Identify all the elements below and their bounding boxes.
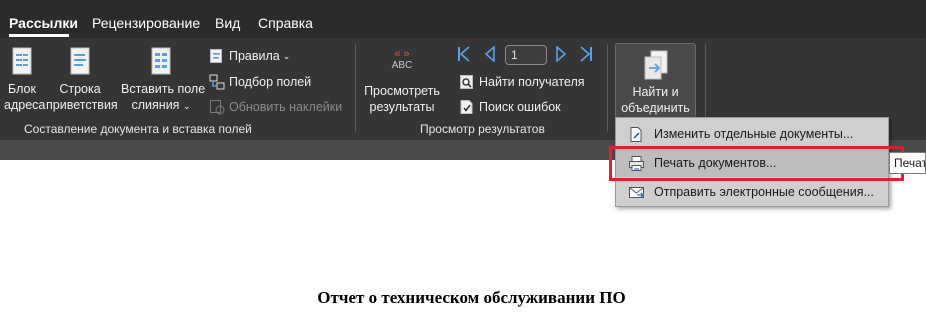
insert-merge-field-button[interactable]: Вставить поле слияния ⌄ <box>121 46 206 114</box>
finish-merge-label-1: Найти и <box>632 85 679 99</box>
rules-button[interactable]: Правила ⌄ <box>209 46 290 66</box>
match-fields-label: Подбор полей <box>229 75 312 89</box>
match-fields-icon <box>209 74 225 90</box>
find-recipient-button[interactable]: Найти получателя <box>459 72 585 92</box>
preview-results-label-2: результаты <box>369 100 435 114</box>
insert-merge-field-label-2: слияния ⌄ <box>131 98 191 112</box>
menu-item-send-email[interactable]: Отправить электронные сообщения... <box>616 178 888 206</box>
menu-item-label: Отправить электронные сообщения... <box>654 185 874 199</box>
word-window: Рассылки Рецензирование Вид Справка Блок… <box>0 0 926 313</box>
document-title: Отчет о техническом обслуживании ПО <box>317 288 626 307</box>
address-block-icon <box>12 47 32 75</box>
finish-merge-dropdown: Изменить отдельные документы... Печать д… <box>615 117 889 207</box>
check-errors-icon <box>460 100 473 114</box>
group-separator <box>355 44 356 132</box>
menu-item-edit-documents[interactable]: Изменить отдельные документы... <box>616 120 888 148</box>
next-record-icon[interactable] <box>554 46 568 62</box>
update-labels-button[interactable]: Обновить наклейки <box>209 97 342 117</box>
tab-help[interactable]: Справка <box>258 15 313 31</box>
tab-view[interactable]: Вид <box>215 15 240 31</box>
menu-item-print-documents[interactable]: Печать документов... <box>616 149 888 177</box>
insert-merge-field-icon <box>151 47 171 75</box>
chevron-down-icon: ⌄ <box>182 101 191 111</box>
check-errors-label: Поиск ошибок <box>479 100 561 114</box>
greeting-line-label-2: приветствия <box>46 98 118 112</box>
first-record-icon[interactable] <box>457 46 471 62</box>
find-recipient-icon <box>460 75 473 89</box>
group-label-compose: Составление документа и вставка полей <box>24 122 252 136</box>
previous-record-icon[interactable] <box>483 46 497 62</box>
active-tab-indicator <box>9 34 69 37</box>
finish-merge-icon <box>644 50 667 80</box>
preview-results-label-1: Просмотреть <box>364 84 440 98</box>
update-labels-label: Обновить наклейки <box>229 100 343 114</box>
insert-merge-field-label-1: Вставить поле <box>121 82 206 96</box>
last-record-icon[interactable] <box>579 46 593 62</box>
greeting-line-label-1: Строка <box>59 82 101 96</box>
check-errors-button[interactable]: Поиск ошибок <box>459 97 561 117</box>
greeting-line-icon <box>70 47 90 75</box>
send-email-icon <box>629 186 644 198</box>
tooltip: Печати <box>889 152 926 174</box>
edit-documents-icon <box>630 126 642 142</box>
ribbon-tab-bar: Рассылки Рецензирование Вид Справка <box>0 0 926 38</box>
print-documents-icon <box>629 155 644 171</box>
address-block-label-2: адреса <box>4 98 46 112</box>
match-fields-button[interactable]: Подбор полей <box>209 72 311 92</box>
record-number-input[interactable]: 1 <box>505 45 547 65</box>
tab-review[interactable]: Рецензирование <box>92 15 200 31</box>
find-recipient-label: Найти получателя <box>479 75 585 89</box>
address-block-label-1: Блок <box>8 82 36 96</box>
update-labels-icon <box>210 100 225 115</box>
finish-merge-button[interactable]: Найти и объединить ⌄ <box>615 43 696 130</box>
group-label-preview: Просмотр результатов <box>420 122 545 136</box>
preview-results-icon: « » ABC <box>391 48 413 71</box>
address-block-button[interactable]: Блок адреса <box>4 46 46 113</box>
preview-results-button[interactable]: « » ABC Просмотреть результаты <box>362 48 442 115</box>
rules-label: Правила <box>229 49 280 63</box>
rules-icon <box>210 49 222 63</box>
tab-mailings[interactable]: Рассылки <box>9 15 78 31</box>
greeting-line-button[interactable]: Строка приветствия <box>46 46 118 113</box>
chevron-down-icon: ⌄ <box>282 50 291 61</box>
group-separator <box>607 44 608 132</box>
menu-item-label: Печать документов... <box>654 156 777 170</box>
menu-item-label: Изменить отдельные документы... <box>654 127 854 141</box>
